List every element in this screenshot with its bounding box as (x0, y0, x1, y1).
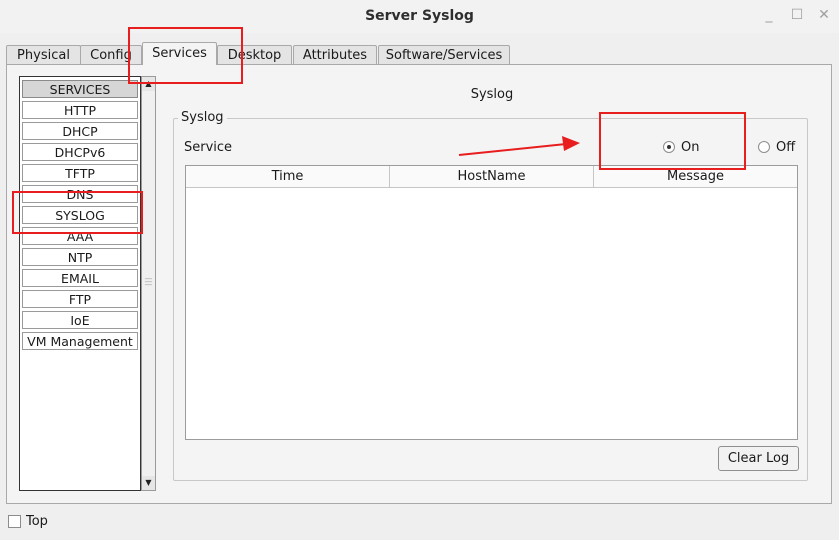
annotation-arrow-head (562, 136, 580, 151)
annotation-arrow-line (458, 143, 567, 156)
annotation-arrow (458, 136, 580, 156)
